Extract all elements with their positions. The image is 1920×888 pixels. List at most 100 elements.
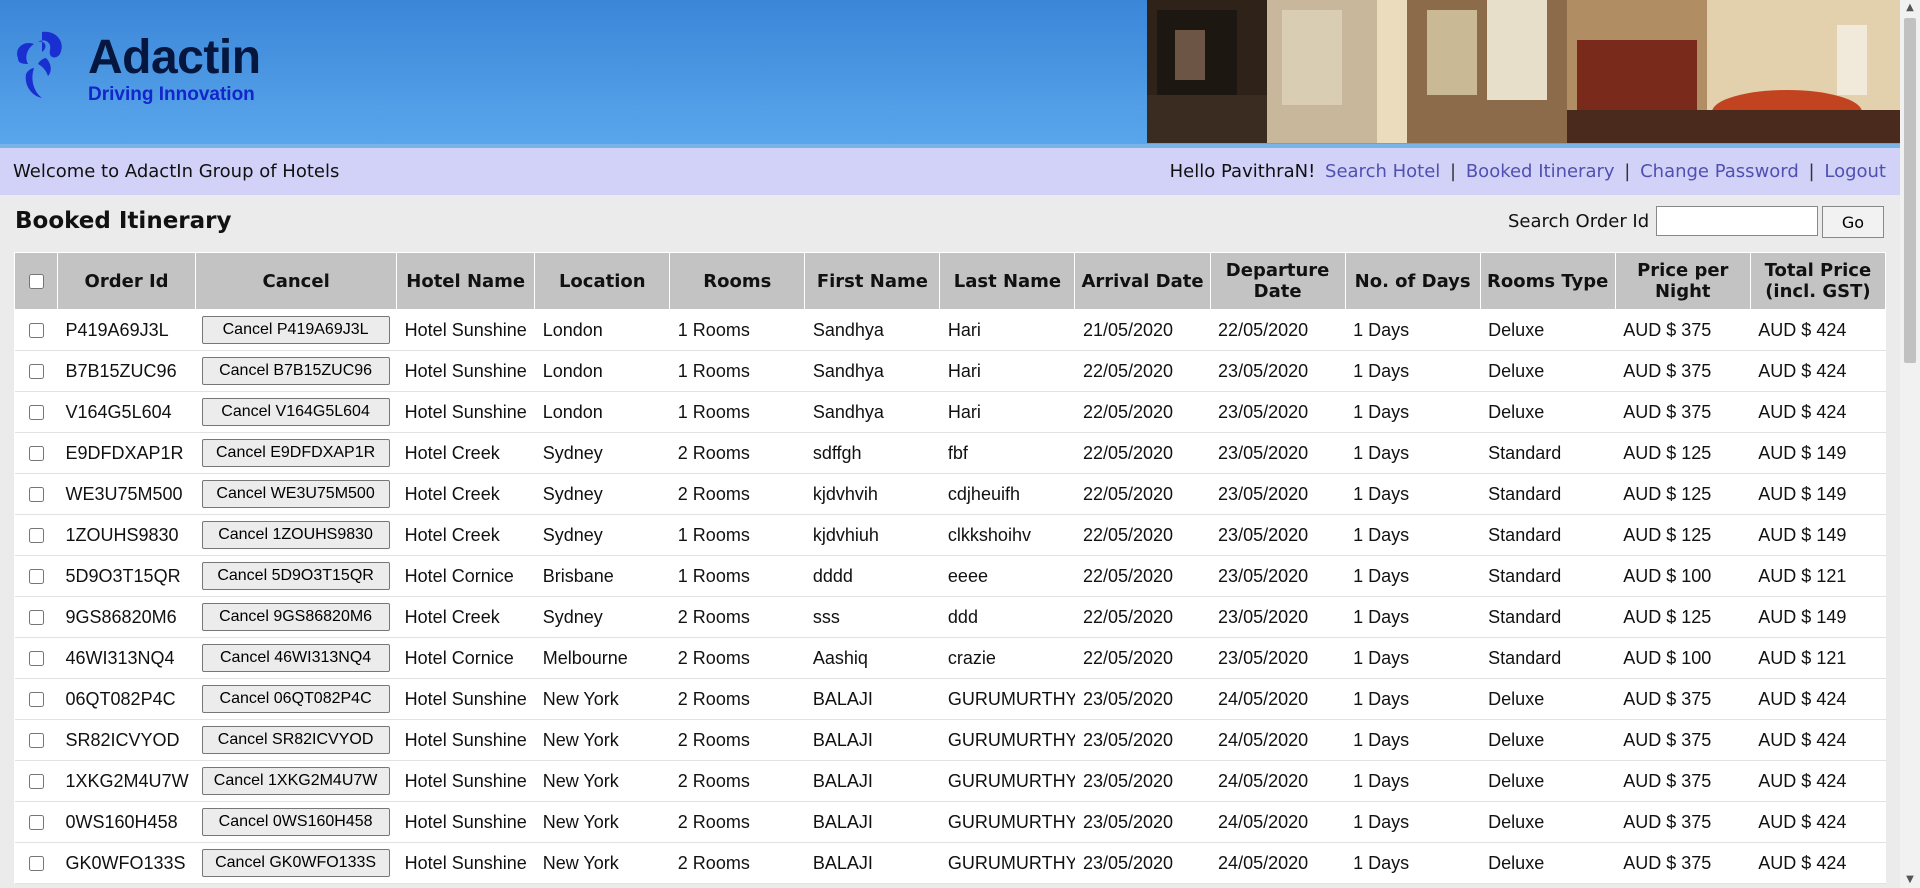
cancel-order-button[interactable]: Cancel 0WS160H458 — [201, 808, 390, 836]
price-per-night-cell: AUD $ 125 — [1615, 514, 1751, 556]
table-row: 9GS86820M6 Cancel 9GS86820M6 Hotel Creek Sy… — [14, 596, 1886, 638]
scroll-down-icon[interactable]: ▼ — [1900, 872, 1920, 888]
header-order-id: Order Id — [57, 252, 197, 310]
hotel-name-cell: Hotel Sunshine — [396, 801, 535, 843]
row-select-checkbox[interactable] — [28, 487, 44, 503]
rooms-type-cell: Standard — [1480, 637, 1616, 679]
first-name-cell: kjdvhvih — [804, 473, 940, 515]
departure-date-cell: 23/05/2020 — [1210, 473, 1346, 515]
row-select-checkbox[interactable] — [28, 815, 44, 831]
row-select-checkbox[interactable] — [28, 733, 44, 749]
row-select-checkbox[interactable] — [28, 405, 44, 421]
price-per-night-cell: AUD $ 125 — [1615, 473, 1751, 515]
arrival-date-cell: 23/05/2020 — [1074, 678, 1211, 720]
table-row: 06QT082P4C Cancel 06QT082P4C Hotel Sunshin… — [14, 678, 1886, 720]
table-header-row: Order Id Cancel Hotel Name Location Room… — [13, 252, 1887, 310]
page-scrollbar[interactable]: ▲ ▼ — [1900, 0, 1920, 888]
search-order-input[interactable] — [1656, 206, 1818, 236]
no-of-days-cell: 1 Days — [1345, 596, 1481, 638]
price-per-night-cell: AUD $ 100 — [1615, 555, 1751, 597]
row-select-checkbox[interactable] — [28, 610, 44, 626]
cancel-order-button[interactable]: Cancel WE3U75M500 — [201, 480, 390, 508]
row-select-checkbox[interactable] — [28, 569, 44, 585]
location-cell: London — [534, 391, 670, 433]
rooms-type-cell: Deluxe — [1480, 309, 1616, 351]
cancel-order-button[interactable]: Cancel 9GS86820M6 — [201, 603, 390, 631]
no-of-days-cell: 1 Days — [1345, 391, 1481, 433]
rooms-cell: 2 Rooms — [669, 637, 805, 679]
cancel-order-button[interactable]: Cancel V164G5L604 — [201, 398, 390, 426]
last-name-cell: GURUMURTHY — [939, 678, 1075, 720]
row-select-cell — [14, 760, 58, 802]
table-row: E9DFDXAP1R Cancel E9DFDXAP1R Hotel Creek Sy… — [14, 432, 1886, 474]
location-cell: New York — [534, 801, 670, 843]
cancel-order-button[interactable]: Cancel 1ZOUHS9830 — [201, 521, 390, 549]
cancel-order-button[interactable]: Cancel B7B15ZUC96 — [201, 357, 390, 385]
cancel-order-button[interactable]: Cancel 06QT082P4C — [201, 685, 390, 713]
cancel-order-button[interactable]: Cancel P419A69J3L — [201, 316, 390, 344]
total-price-cell: AUD $ 424 — [1750, 801, 1886, 843]
departure-date-cell: 24/05/2020 — [1210, 801, 1346, 843]
no-of-days-cell: 1 Days — [1345, 801, 1481, 843]
booked-itinerary-link[interactable]: Booked Itinerary — [1466, 161, 1615, 182]
logo-title: Adactin — [88, 31, 261, 84]
cancel-cell: Cancel 9GS86820M6 — [195, 596, 397, 638]
location-cell: New York — [534, 842, 670, 884]
cancel-order-button[interactable]: Cancel 46WI313NQ4 — [201, 644, 390, 672]
row-select-checkbox[interactable] — [28, 323, 44, 339]
rooms-cell: 2 Rooms — [669, 801, 805, 843]
header-last-name: Last Name — [939, 252, 1076, 310]
cancel-cell: Cancel GK0WFO133S — [195, 842, 397, 884]
rooms-cell: 2 Rooms — [669, 432, 805, 474]
total-price-cell: AUD $ 121 — [1750, 555, 1886, 597]
hotel-name-cell: Hotel Cornice — [396, 555, 535, 597]
rooms-type-cell: Standard — [1480, 473, 1616, 515]
arrival-date-cell: 22/05/2020 — [1074, 391, 1211, 433]
no-of-days-cell: 1 Days — [1345, 350, 1481, 392]
arrival-date-cell: 22/05/2020 — [1074, 473, 1211, 515]
cancel-cell: Cancel 06QT082P4C — [195, 678, 397, 720]
last-name-cell: cdjheuifh — [939, 473, 1075, 515]
cancel-cell: Cancel E9DFDXAP1R — [195, 432, 397, 474]
hotel-name-cell: Hotel Creek — [396, 473, 535, 515]
departure-date-cell: 23/05/2020 — [1210, 596, 1346, 638]
total-price-cell: AUD $ 424 — [1750, 678, 1886, 720]
cancel-order-button[interactable]: Cancel E9DFDXAP1R — [201, 439, 390, 467]
rooms-cell: 1 Rooms — [669, 350, 805, 392]
row-select-checkbox[interactable] — [28, 364, 44, 380]
price-per-night-cell: AUD $ 125 — [1615, 596, 1751, 638]
row-select-checkbox[interactable] — [28, 856, 44, 872]
row-select-checkbox[interactable] — [28, 528, 44, 544]
row-select-checkbox[interactable] — [28, 774, 44, 790]
row-select-cell — [14, 719, 58, 761]
row-select-checkbox[interactable] — [28, 446, 44, 462]
hotel-name-cell: Hotel Sunshine — [396, 842, 535, 884]
departure-date-cell: 24/05/2020 — [1210, 678, 1346, 720]
cancel-order-button[interactable]: Cancel 1XKG2M4U7W — [201, 767, 390, 795]
cancel-order-button[interactable]: Cancel 5D9O3T15QR — [201, 562, 390, 590]
order-id-cell: 1ZOUHS9830 — [57, 514, 196, 556]
no-of-days-cell: 1 Days — [1345, 842, 1481, 884]
row-select-checkbox[interactable] — [28, 692, 44, 708]
search-hotel-link[interactable]: Search Hotel — [1325, 161, 1440, 182]
departure-date-cell: 24/05/2020 — [1210, 842, 1346, 884]
header-rooms-type: Rooms Type — [1479, 252, 1616, 310]
table-row: GK0WFO133S Cancel GK0WFO133S Hotel Sunshin… — [14, 842, 1886, 884]
rooms-type-cell: Deluxe — [1480, 760, 1616, 802]
arrival-date-cell: 22/05/2020 — [1074, 596, 1211, 638]
first-name-cell: Aashiq — [804, 637, 940, 679]
total-price-cell: AUD $ 149 — [1750, 432, 1886, 474]
cancel-order-button[interactable]: Cancel GK0WFO133S — [201, 849, 390, 877]
go-button[interactable]: Go — [1822, 206, 1884, 238]
scroll-up-icon[interactable]: ▲ — [1900, 0, 1920, 16]
scrollbar-thumb[interactable] — [1904, 18, 1916, 363]
cancel-order-button[interactable]: Cancel SR82ICVYOD — [201, 726, 390, 754]
row-select-checkbox[interactable] — [28, 651, 44, 667]
cancel-cell: Cancel SR82ICVYOD — [195, 719, 397, 761]
logout-link[interactable]: Logout — [1824, 161, 1886, 182]
hotel-name-cell: Hotel Sunshine — [396, 760, 535, 802]
order-id-cell: 9GS86820M6 — [57, 596, 196, 638]
change-password-link[interactable]: Change Password — [1640, 161, 1799, 182]
table-row: 5D9O3T15QR Cancel 5D9O3T15QR Hotel Cornice… — [14, 555, 1886, 597]
select-all-checkbox[interactable] — [28, 274, 44, 289]
